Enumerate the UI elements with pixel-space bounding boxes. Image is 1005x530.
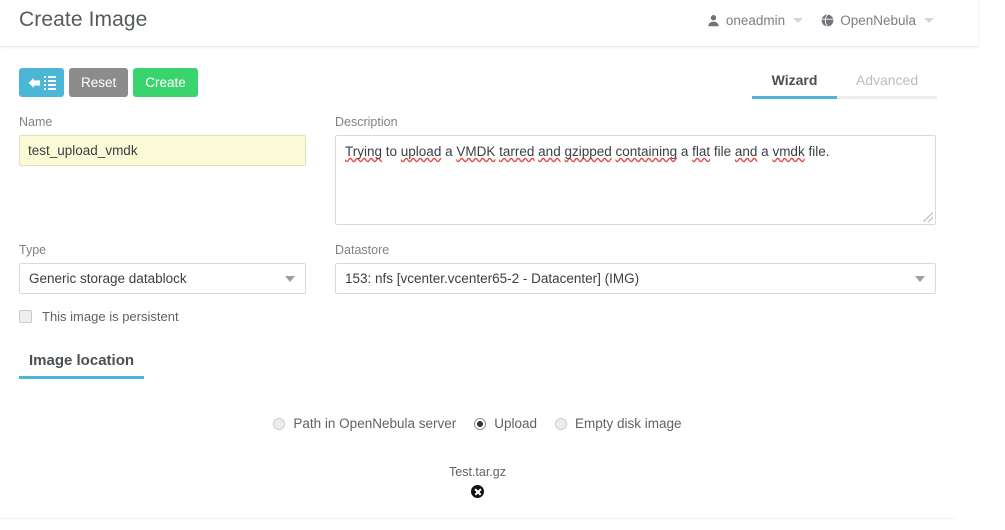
radio-upload-label: Upload	[494, 416, 538, 431]
name-label: Name	[19, 115, 53, 129]
datastore-select-value: 153: nfs [vcenter.vcenter65-2 - Datacent…	[345, 271, 640, 286]
description-textarea[interactable]: Trying to upload a VMDK tarred and gzipp…	[335, 135, 936, 225]
persistent-checkbox-row[interactable]: This image is persistent	[19, 309, 179, 324]
mode-tabs: Wizard Advanced	[752, 72, 937, 99]
radio-upload[interactable]	[474, 417, 487, 430]
user-menu-label: oneadmin	[725, 13, 786, 28]
upload-file-zone: Test.tar.gz	[0, 465, 955, 501]
description-label: Description	[335, 115, 398, 129]
zone-menu[interactable]: OpenNebula	[821, 13, 934, 28]
create-image-page: Create Image oneadmin OpenNebula Reset C…	[0, 0, 1005, 530]
chevron-down-icon	[793, 18, 804, 23]
arrow-left-list-icon	[28, 75, 56, 90]
content-bottom-divider	[0, 518, 955, 519]
type-select-value: Generic storage datablock	[29, 271, 187, 286]
chevron-down-icon	[915, 275, 925, 282]
form-toolbar: Reset Create	[19, 68, 198, 97]
globe-icon	[821, 14, 834, 27]
image-location-radio-group: Path in OpenNebula server Upload Empty d…	[0, 416, 955, 431]
radio-option-upload[interactable]: Upload	[474, 416, 537, 431]
radio-path-label: Path in OpenNebula server	[293, 416, 457, 431]
create-button[interactable]: Create	[133, 68, 198, 97]
zone-menu-label: OpenNebula	[840, 13, 916, 28]
image-location-tabs: Image location	[19, 352, 936, 379]
radio-empty-disk-image[interactable]	[555, 417, 568, 430]
remove-circle-x-icon[interactable]	[471, 485, 484, 499]
datastore-select[interactable]: 153: nfs [vcenter.vcenter65-2 - Datacent…	[335, 263, 936, 294]
header-right-menus: oneadmin OpenNebula	[707, 13, 934, 28]
type-select[interactable]: Generic storage datablock	[19, 263, 306, 294]
uploaded-file-name: Test.tar.gz	[449, 465, 506, 479]
name-input[interactable]	[19, 135, 306, 166]
tab-advanced[interactable]: Advanced	[837, 72, 937, 96]
reset-button[interactable]: Reset	[69, 68, 129, 97]
persistent-label: This image is persistent	[42, 309, 179, 324]
page-title: Create Image	[19, 8, 148, 31]
app-header: Create Image oneadmin OpenNebula	[0, 0, 978, 47]
user-menu[interactable]: oneadmin	[707, 13, 804, 28]
chevron-down-icon	[285, 275, 295, 282]
radio-option-path[interactable]: Path in OpenNebula server	[273, 416, 456, 431]
persistent-checkbox[interactable]	[19, 310, 32, 323]
user-icon	[707, 14, 720, 27]
back-to-list-button[interactable]	[19, 68, 64, 97]
type-label: Type	[19, 243, 47, 257]
chevron-down-icon	[924, 18, 934, 23]
radio-option-empty[interactable]: Empty disk image	[555, 416, 682, 431]
tab-image-location[interactable]: Image location	[19, 352, 145, 379]
tab-wizard[interactable]: Wizard	[752, 72, 837, 99]
datastore-label: Datastore	[335, 243, 390, 257]
radio-path-in-server[interactable]	[273, 417, 286, 430]
radio-empty-label: Empty disk image	[575, 416, 682, 431]
